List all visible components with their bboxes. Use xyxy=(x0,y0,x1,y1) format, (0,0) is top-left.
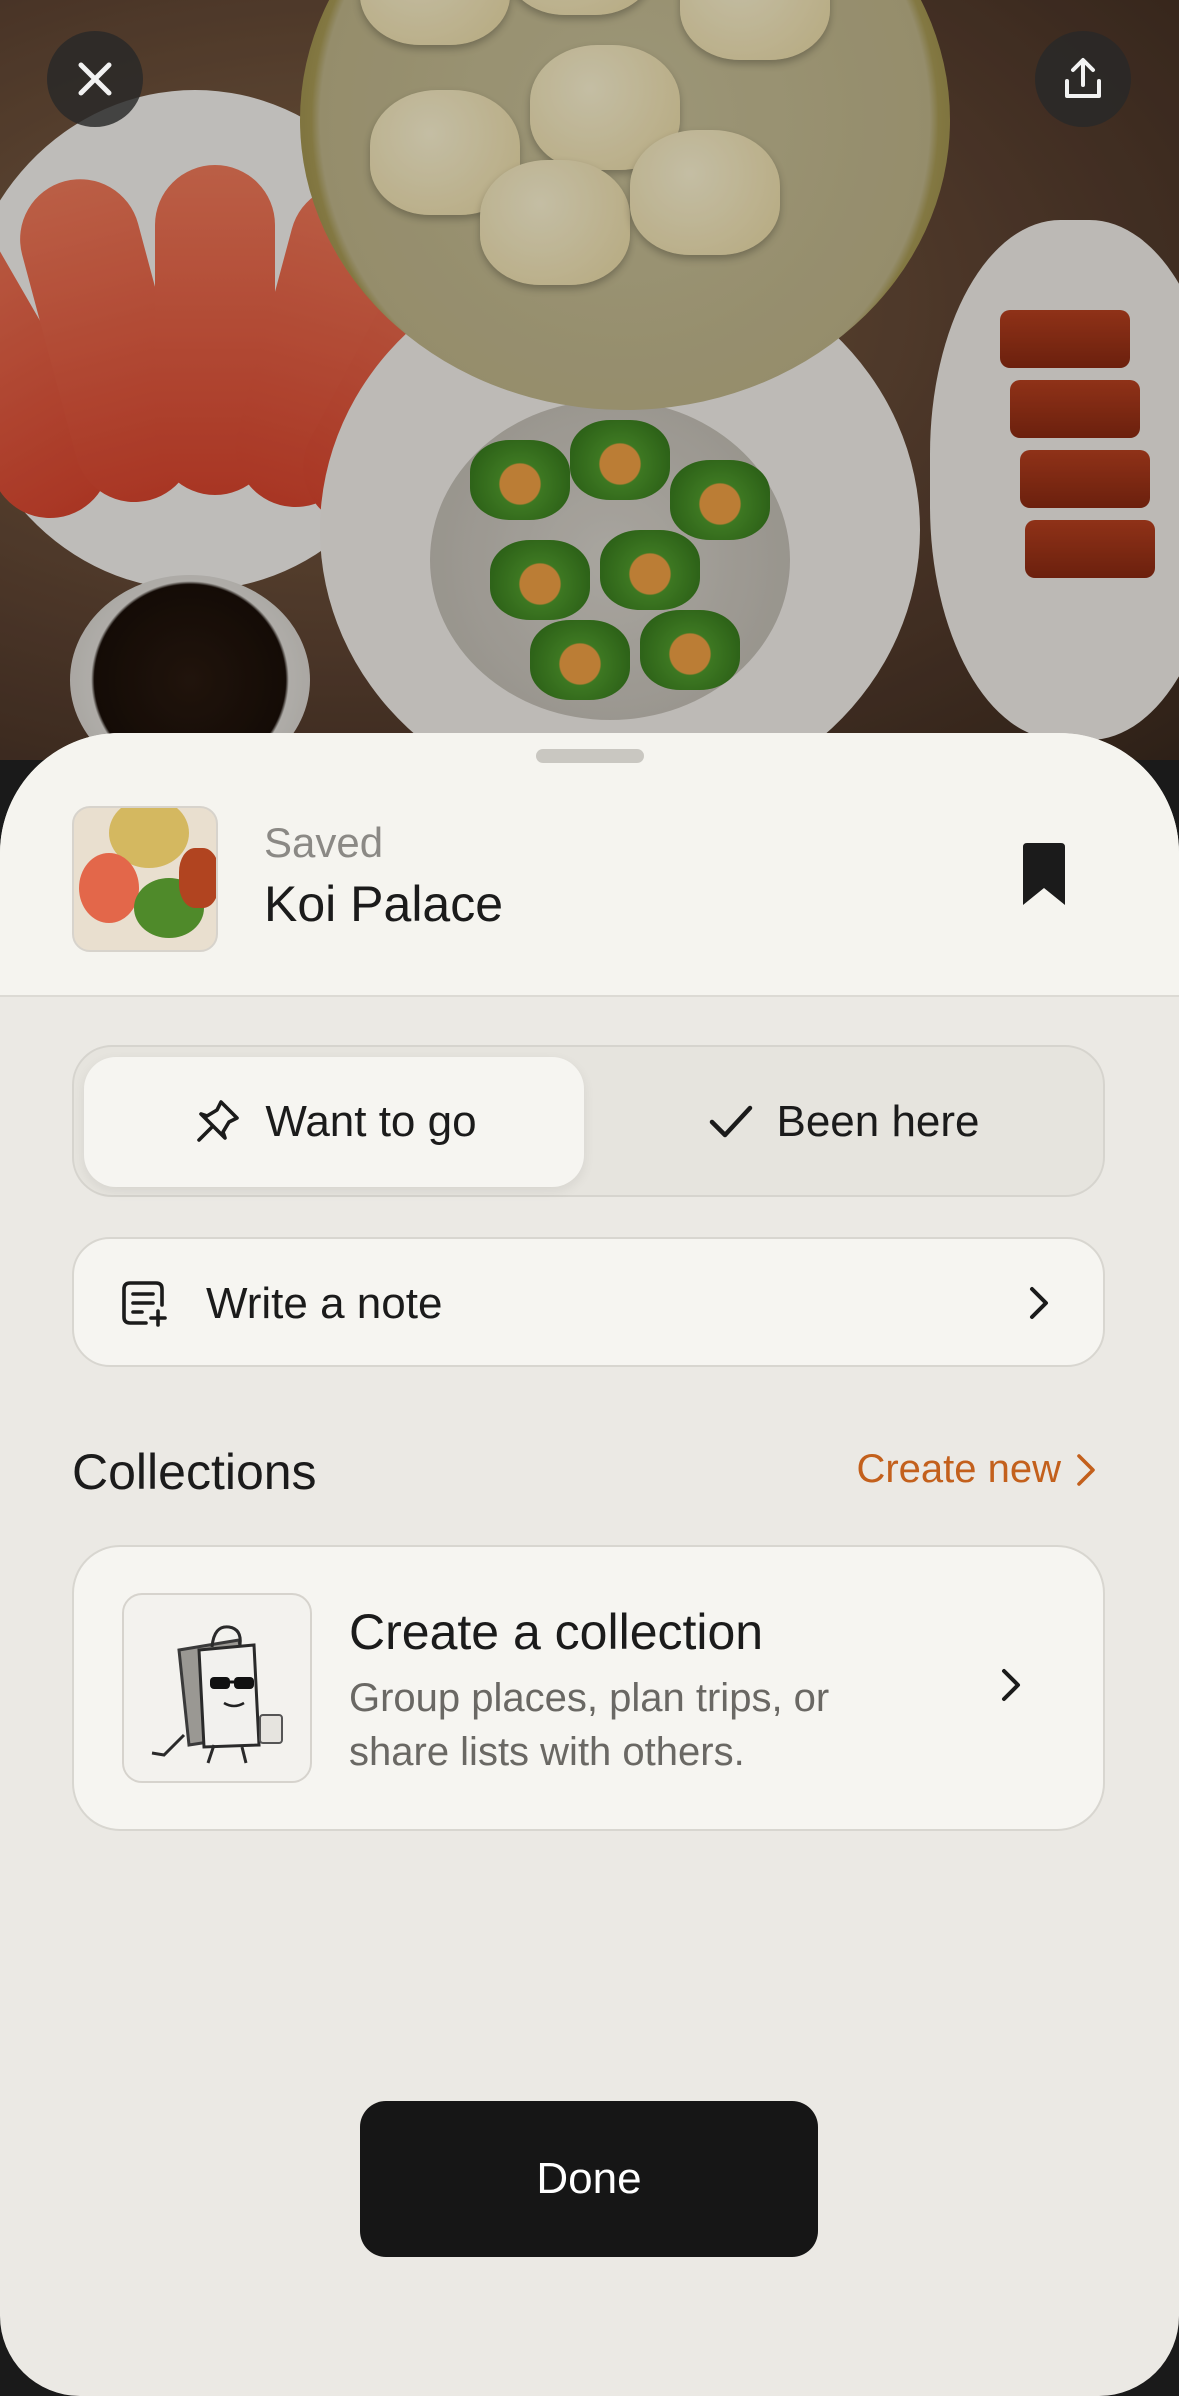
want-to-go-option[interactable]: Want to go xyxy=(84,1057,584,1187)
close-icon xyxy=(78,62,112,96)
write-note-label: Write a note xyxy=(206,1279,443,1328)
been-here-option[interactable]: Been here xyxy=(594,1057,1094,1187)
done-button[interactable]: Done xyxy=(360,2101,818,2257)
create-collection-title: Create a collection xyxy=(349,1604,764,1660)
note-add-icon xyxy=(122,1281,167,1327)
share-button[interactable] xyxy=(1035,31,1131,127)
visit-status-segmented-control: Want to go Been here xyxy=(72,1045,1105,1197)
shopping-bag-illustration xyxy=(122,1593,312,1783)
chevron-right-icon xyxy=(1002,1669,1020,1701)
sheet-grabber[interactable] xyxy=(536,749,644,763)
chevron-right-icon xyxy=(1030,1287,1048,1319)
place-name: Koi Palace xyxy=(264,876,504,932)
save-bottom-sheet: Saved Koi Palace Want to go Been here Wr… xyxy=(0,733,1179,2396)
place-thumbnail xyxy=(72,806,218,952)
place-hero-photo xyxy=(0,0,1179,760)
create-collection-card[interactable]: Create a collection Group places, plan t… xyxy=(72,1545,1105,1831)
create-new-link[interactable]: Create new xyxy=(856,1447,1097,1492)
close-button[interactable] xyxy=(47,31,143,127)
check-icon xyxy=(710,1105,753,1138)
pin-icon xyxy=(197,1100,240,1142)
write-note-row[interactable]: Write a note xyxy=(72,1237,1105,1367)
collections-heading: Collections xyxy=(72,1444,317,1500)
share-icon xyxy=(1065,58,1101,98)
been-here-label: Been here xyxy=(776,1097,980,1146)
want-to-go-label: Want to go xyxy=(265,1097,477,1146)
bookmark-icon xyxy=(1023,843,1065,905)
saved-status: Saved xyxy=(264,819,384,866)
create-new-label: Create new xyxy=(856,1447,1061,1491)
chevron-right-icon xyxy=(1077,1453,1095,1486)
sheet-header: Saved Koi Palace xyxy=(0,733,1179,997)
create-collection-description: Group places, plan trips, or share lists… xyxy=(349,1676,830,1774)
bookmark-button[interactable] xyxy=(1018,843,1070,912)
